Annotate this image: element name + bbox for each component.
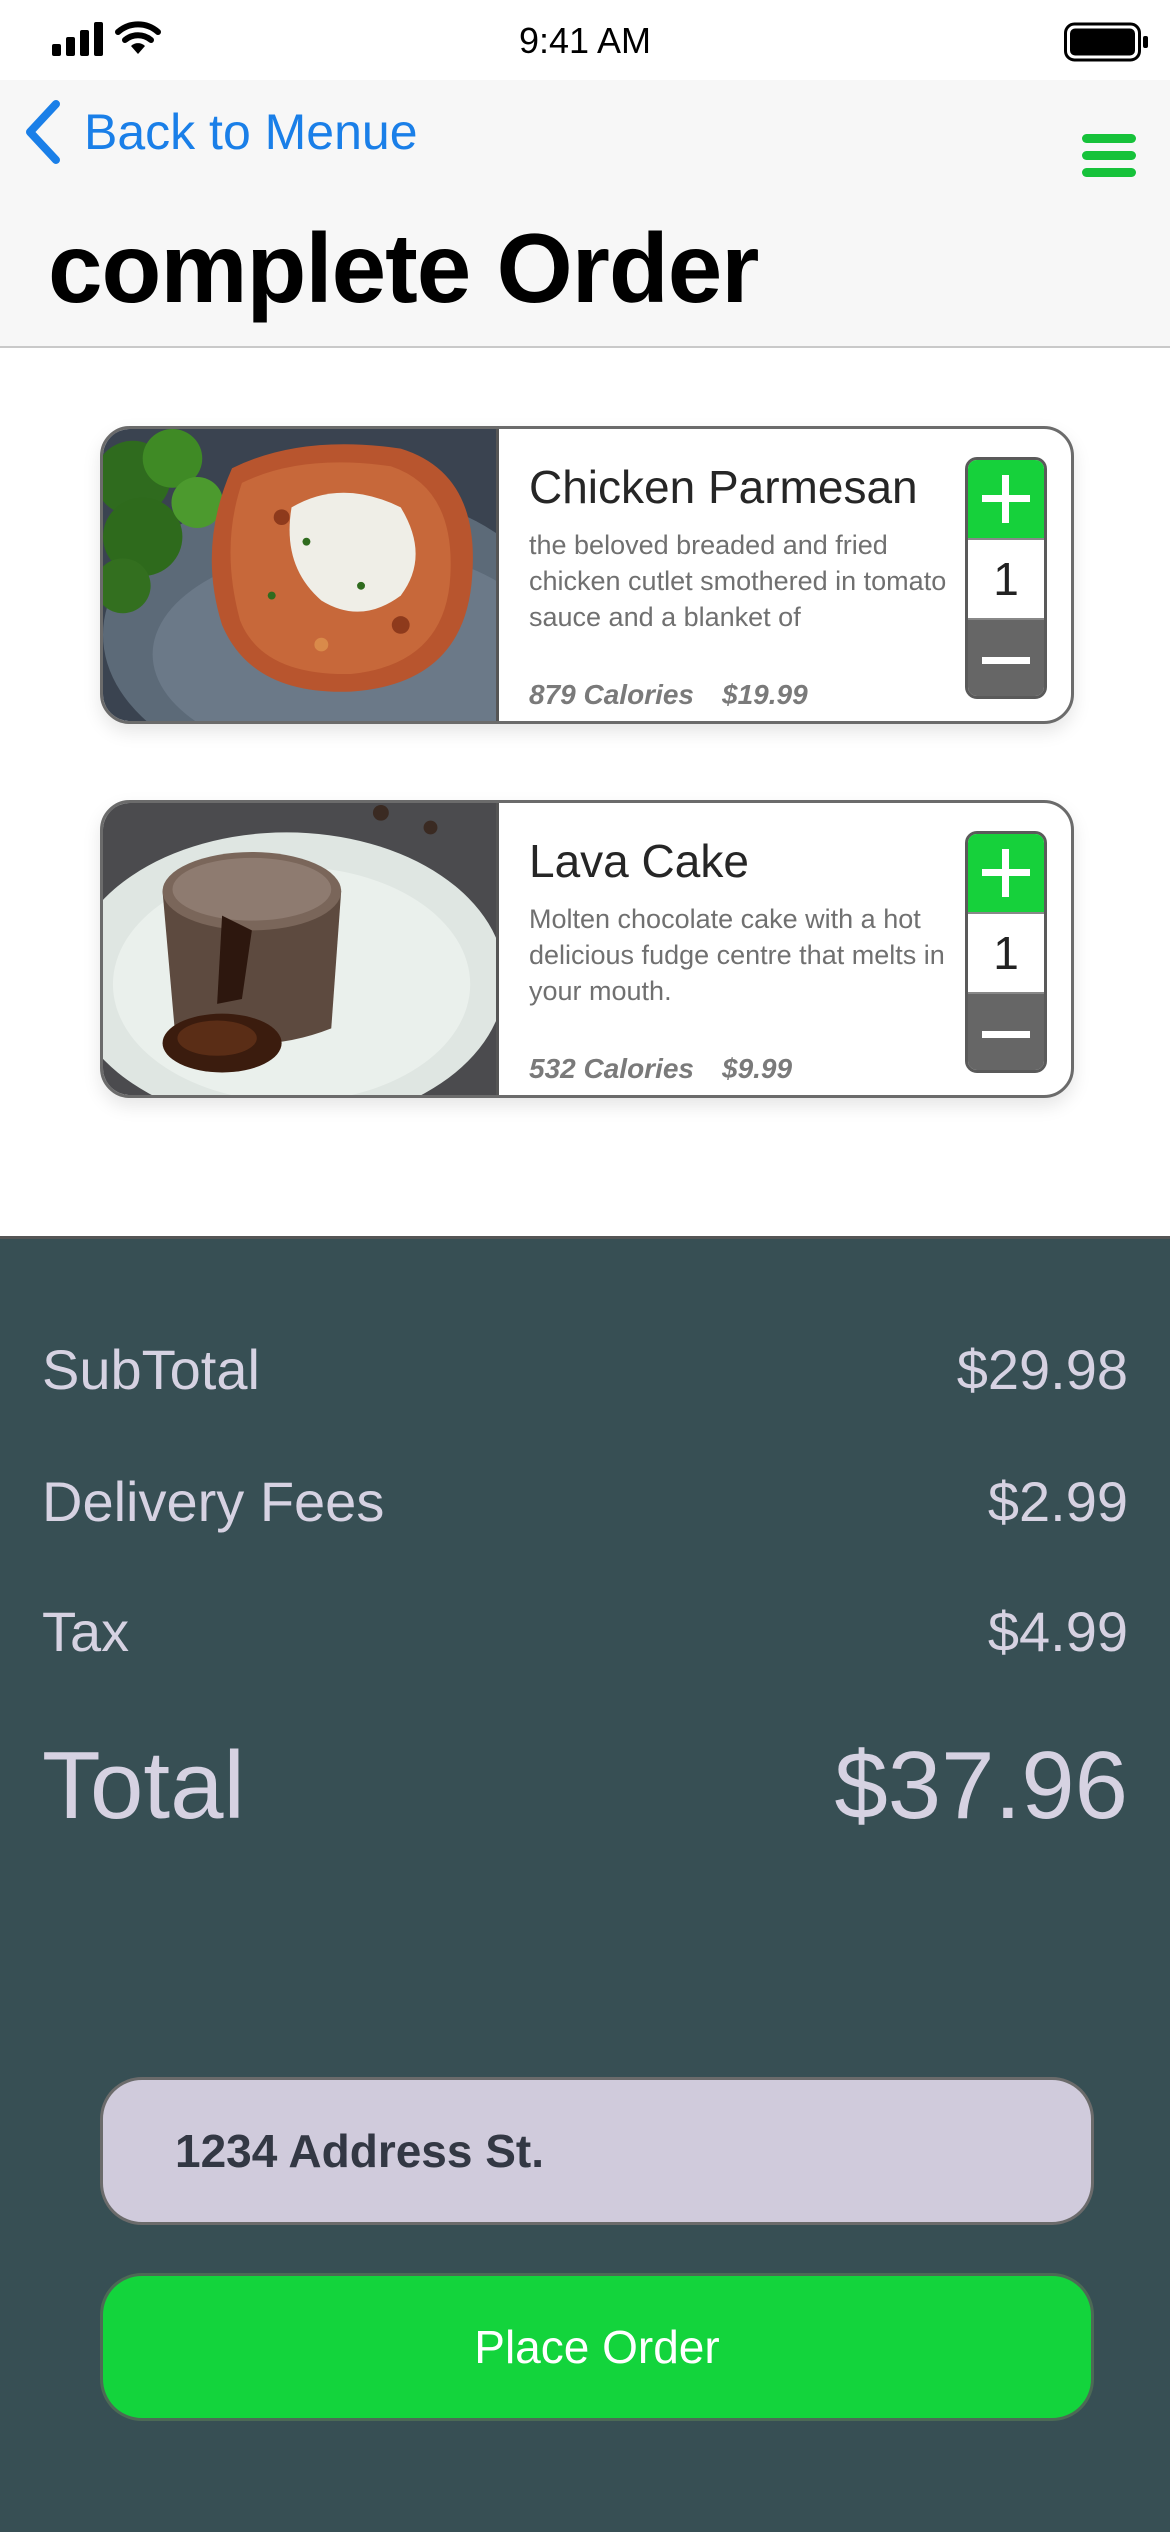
item-description: the beloved breaded and fried chicken cu… xyxy=(529,530,947,632)
order-item-card: Chicken Parmesan the beloved breaded and… xyxy=(100,426,1074,724)
item-calories: 532 Calories xyxy=(529,1053,694,1084)
status-time: 9:41 AM xyxy=(518,20,652,61)
delivery-fees-label: Delivery Fees xyxy=(42,1470,385,1533)
subtotal-label: SubTotal xyxy=(42,1338,260,1401)
plus-icon xyxy=(982,475,1030,523)
quantity-value: 1 xyxy=(968,538,1044,620)
lava-cake-photo xyxy=(103,803,499,1095)
hamburger-menu-icon[interactable] xyxy=(1080,130,1138,182)
subtotal-row: SubTotal $29.98 xyxy=(42,1337,1128,1402)
decrease-quantity-button[interactable] xyxy=(968,620,1044,696)
order-item-card: Lava Cake Molten chocolate cake with a h… xyxy=(100,800,1074,1098)
minus-icon xyxy=(982,1031,1030,1038)
total-row: Total $37.96 xyxy=(42,1731,1128,1841)
item-details: Lava Cake Molten chocolate cake with a h… xyxy=(529,833,969,1009)
back-label: Back to Menue xyxy=(84,104,418,160)
tax-row: Tax $4.99 xyxy=(42,1599,1128,1664)
quantity-stepper: 1 xyxy=(965,831,1047,1073)
item-description: Molten chocolate cake with a hot delicio… xyxy=(529,904,945,1006)
increase-quantity-button[interactable] xyxy=(968,834,1044,912)
total-label: Total xyxy=(42,1732,245,1839)
item-calories: 879 Calories xyxy=(529,679,694,710)
delivery-fees-value: $2.99 xyxy=(987,1470,1128,1533)
chevron-left-icon xyxy=(26,100,60,164)
decrease-quantity-button[interactable] xyxy=(968,994,1044,1070)
order-screen: 9:41 AM Back to Menue complete Order Chi… xyxy=(0,0,1170,2532)
plus-icon xyxy=(982,849,1030,897)
item-price: $19.99 xyxy=(722,679,808,710)
quantity-stepper: 1 xyxy=(965,457,1047,699)
item-meta: 532 Calories $9.99 xyxy=(529,1053,792,1085)
item-name: Chicken Parmesan xyxy=(529,461,918,513)
quantity-value: 1 xyxy=(968,912,1044,994)
status-bar: 9:41 AM xyxy=(0,0,1170,80)
delivery-fees-row: Delivery Fees $2.99 xyxy=(42,1469,1128,1534)
item-price: $9.99 xyxy=(722,1053,793,1084)
navigation-header: Back to Menue complete Order xyxy=(0,80,1170,348)
tax-label: Tax xyxy=(42,1600,130,1663)
total-value: $37.96 xyxy=(834,1732,1128,1839)
chicken-parmesan-photo xyxy=(103,429,499,721)
back-to-menu-button[interactable]: Back to Menue xyxy=(22,92,418,172)
item-meta: 879 Calories $19.99 xyxy=(529,679,808,711)
subtotal-value: $29.98 xyxy=(956,1338,1128,1401)
place-order-button[interactable]: Place Order xyxy=(100,2273,1094,2421)
order-summary-panel: SubTotal $29.98 Delivery Fees $2.99 Tax … xyxy=(0,1236,1170,2532)
page-title: complete Order xyxy=(48,213,759,323)
address-field[interactable]: 1234 Address St. xyxy=(100,2077,1094,2225)
battery-icon xyxy=(1064,22,1148,62)
increase-quantity-button[interactable] xyxy=(968,460,1044,538)
item-details: Chicken Parmesan the beloved breaded and… xyxy=(529,459,969,635)
item-name: Lava Cake xyxy=(529,835,749,887)
tax-value: $4.99 xyxy=(987,1600,1128,1663)
minus-icon xyxy=(982,657,1030,664)
